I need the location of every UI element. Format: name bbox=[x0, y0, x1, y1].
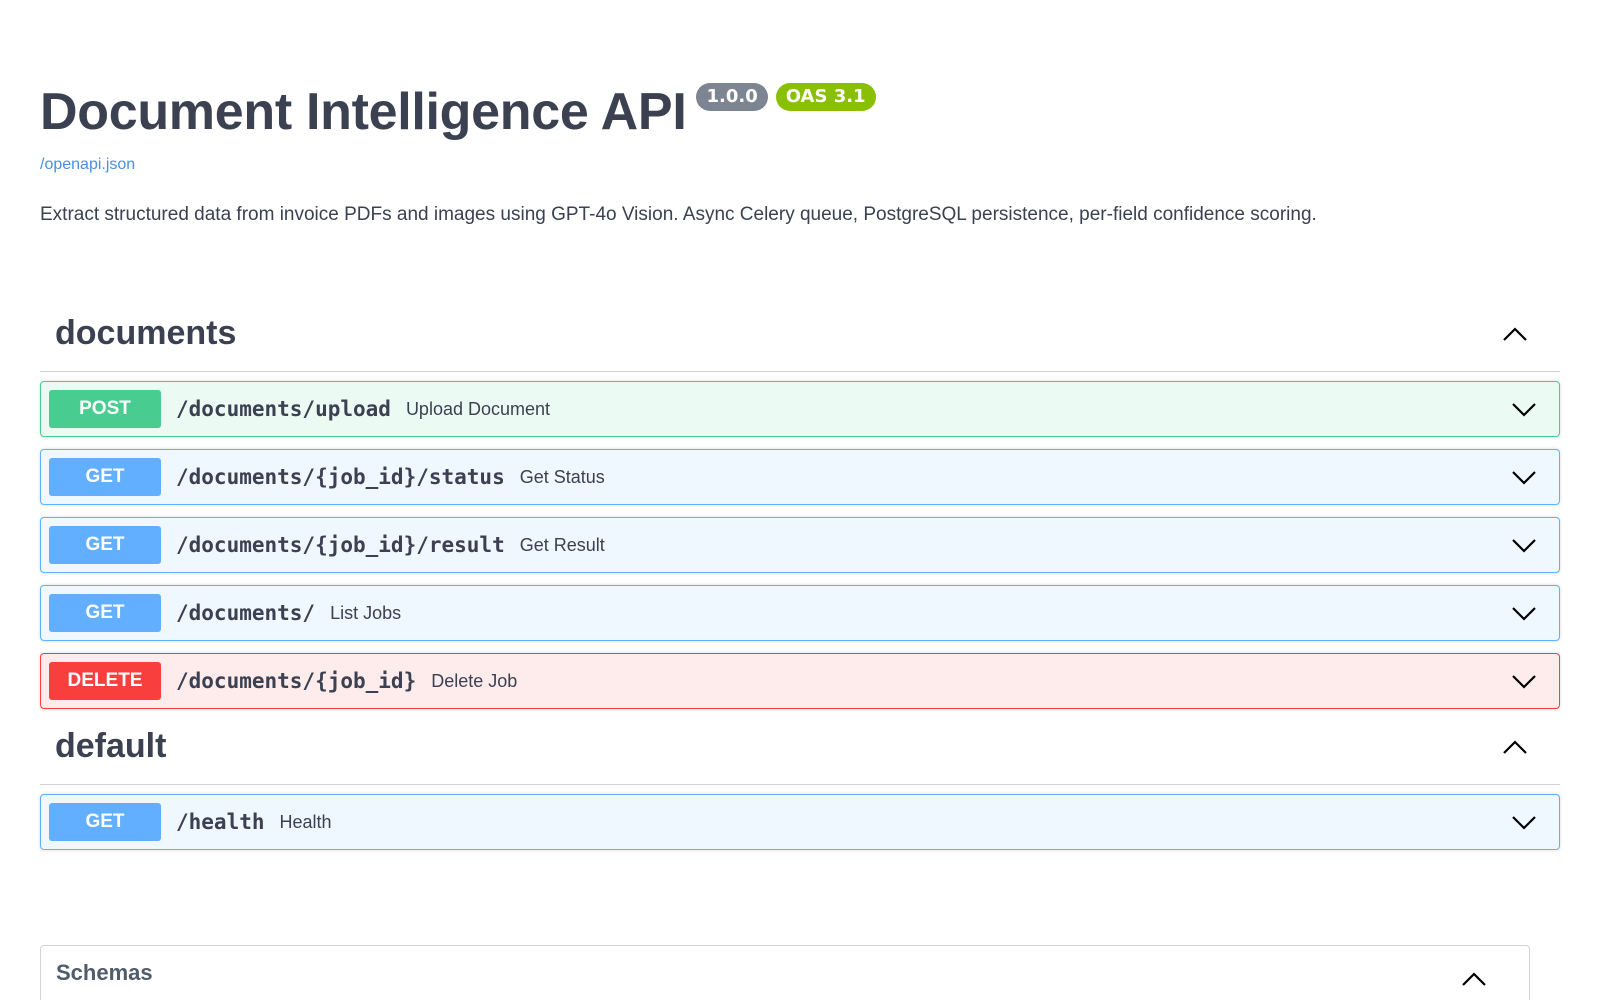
operation-post-documents-upload[interactable]: POST /documents/upload Upload Document bbox=[40, 381, 1560, 437]
operation-summary: Get Result bbox=[519, 534, 605, 555]
operation-summary: Delete Job bbox=[431, 670, 518, 691]
chevron-down-icon[interactable] bbox=[1509, 666, 1539, 696]
version-badge: 1.0.0 bbox=[696, 83, 768, 111]
tag-section-documents: documents POST /documents/upload Upload … bbox=[40, 296, 1560, 709]
openapi-json-link[interactable]: /openapi.json bbox=[40, 156, 1560, 174]
tag-header-documents[interactable]: documents bbox=[40, 296, 1560, 372]
operation-summary: List Jobs bbox=[330, 602, 402, 623]
title-row: Document Intelligence API 1.0.0 OAS 3.1 bbox=[40, 80, 1560, 144]
operation-get-documents-status[interactable]: GET /documents/{job_id}/status Get Statu… bbox=[40, 449, 1560, 505]
method-badge: DELETE bbox=[49, 662, 161, 700]
chevron-up-icon[interactable] bbox=[1459, 964, 1489, 994]
api-info: Document Intelligence API 1.0.0 OAS 3.1 … bbox=[40, 0, 1560, 226]
operation-get-health[interactable]: GET /health Health bbox=[40, 794, 1560, 850]
method-badge: GET bbox=[49, 594, 161, 632]
method-badge: POST bbox=[49, 390, 161, 428]
operation-get-documents-list[interactable]: GET /documents/ List Jobs bbox=[40, 585, 1560, 641]
tag-name: default bbox=[55, 727, 167, 765]
operation-path: /documents/upload bbox=[176, 397, 391, 421]
operation-path: /documents/{job_id}/status bbox=[176, 465, 505, 489]
chevron-down-icon[interactable] bbox=[1509, 598, 1539, 628]
method-badge: GET bbox=[49, 458, 161, 496]
method-badge: GET bbox=[49, 803, 161, 841]
operation-summary: Health bbox=[279, 811, 332, 832]
tag-section-default: default GET /health Health bbox=[40, 709, 1560, 850]
page-title: Document Intelligence API bbox=[40, 83, 687, 141]
chevron-down-icon[interactable] bbox=[1509, 530, 1539, 560]
chevron-down-icon[interactable] bbox=[1509, 807, 1539, 837]
schemas-title: Schemas bbox=[56, 960, 153, 985]
operation-summary: Upload Document bbox=[405, 398, 551, 419]
operation-get-documents-result[interactable]: GET /documents/{job_id}/result Get Resul… bbox=[40, 517, 1560, 573]
chevron-down-icon[interactable] bbox=[1509, 462, 1539, 492]
swagger-page: Document Intelligence API 1.0.0 OAS 3.1 … bbox=[0, 0, 1600, 1000]
operation-path: /documents/{job_id}/result bbox=[176, 533, 505, 557]
tag-name: documents bbox=[55, 314, 237, 352]
chevron-up-icon[interactable] bbox=[1500, 732, 1530, 762]
method-badge: GET bbox=[49, 526, 161, 564]
schemas-section[interactable]: Schemas bbox=[40, 945, 1530, 1000]
operation-path: /documents/ bbox=[176, 601, 316, 625]
oas-badge: OAS 3.1 bbox=[775, 83, 876, 111]
operation-path: /health bbox=[176, 810, 265, 834]
chevron-down-icon[interactable] bbox=[1509, 394, 1539, 424]
api-description: Extract structured data from invoice PDF… bbox=[40, 204, 1317, 225]
operation-summary: Get Status bbox=[519, 466, 605, 487]
operation-path: /documents/{job_id} bbox=[176, 669, 417, 693]
tag-header-default[interactable]: default bbox=[40, 709, 1560, 785]
operation-delete-documents-job[interactable]: DELETE /documents/{job_id} Delete Job bbox=[40, 653, 1560, 709]
chevron-up-icon[interactable] bbox=[1500, 319, 1530, 349]
